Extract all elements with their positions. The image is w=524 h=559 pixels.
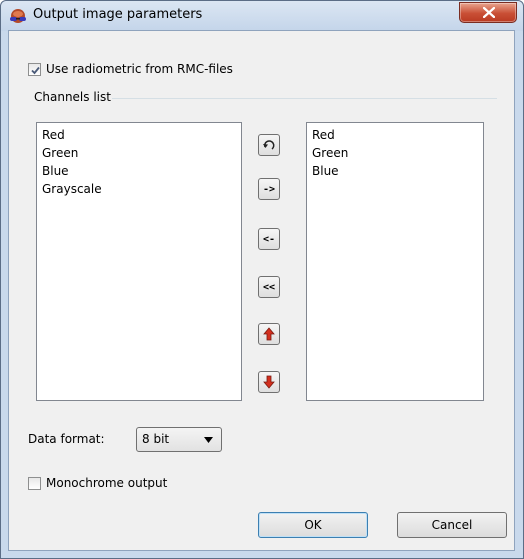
undo-arrow-icon xyxy=(263,140,275,150)
remove-all-channels-button[interactable]: << xyxy=(258,276,280,298)
app-icon xyxy=(10,9,26,23)
channels-group-label: Channels list xyxy=(34,90,111,104)
add-channel-button[interactable]: -> xyxy=(258,178,280,200)
data-format-dropdown[interactable]: 8 bit xyxy=(136,427,222,452)
arrow-up-icon xyxy=(263,327,275,341)
cancel-button[interactable]: Cancel xyxy=(397,512,507,538)
group-divider xyxy=(112,98,497,99)
checkbox-box[interactable] xyxy=(28,62,41,76)
move-down-button[interactable] xyxy=(258,371,280,393)
reset-channels-button[interactable] xyxy=(258,134,280,156)
selected-channels-list[interactable]: Red Green Blue xyxy=(306,122,484,401)
data-format-label: Data format: xyxy=(28,432,105,446)
checkmark-icon xyxy=(31,66,40,74)
close-icon xyxy=(483,7,495,18)
ok-button[interactable]: OK xyxy=(258,512,368,538)
move-up-button[interactable] xyxy=(258,323,280,345)
monochrome-output-checkbox[interactable]: Monochrome output xyxy=(28,476,167,490)
list-item[interactable]: Green xyxy=(42,144,236,162)
list-item[interactable]: Red xyxy=(42,126,236,144)
checkbox-box[interactable] xyxy=(28,476,41,490)
title-bar[interactable]: Output image parameters xyxy=(1,1,523,31)
data-format-value: 8 bit xyxy=(142,432,170,446)
use-radiometric-checkbox[interactable]: Use radiometric from RMC-files xyxy=(28,62,233,76)
monochrome-output-label: Monochrome output xyxy=(46,476,168,490)
available-channels-list[interactable]: Red Green Blue Grayscale xyxy=(36,122,242,401)
remove-channel-button[interactable]: <- xyxy=(258,228,280,250)
arrow-down-icon xyxy=(263,375,275,389)
list-item[interactable]: Grayscale xyxy=(42,180,236,198)
use-radiometric-label: Use radiometric from RMC-files xyxy=(46,62,233,76)
close-button[interactable] xyxy=(459,2,517,23)
list-item[interactable]: Red xyxy=(312,126,478,144)
list-item[interactable]: Green xyxy=(312,144,478,162)
dialog-title: Output image parameters xyxy=(33,7,203,22)
list-item[interactable]: Blue xyxy=(312,162,478,180)
list-item[interactable]: Blue xyxy=(42,162,236,180)
chevron-down-icon xyxy=(204,437,213,443)
